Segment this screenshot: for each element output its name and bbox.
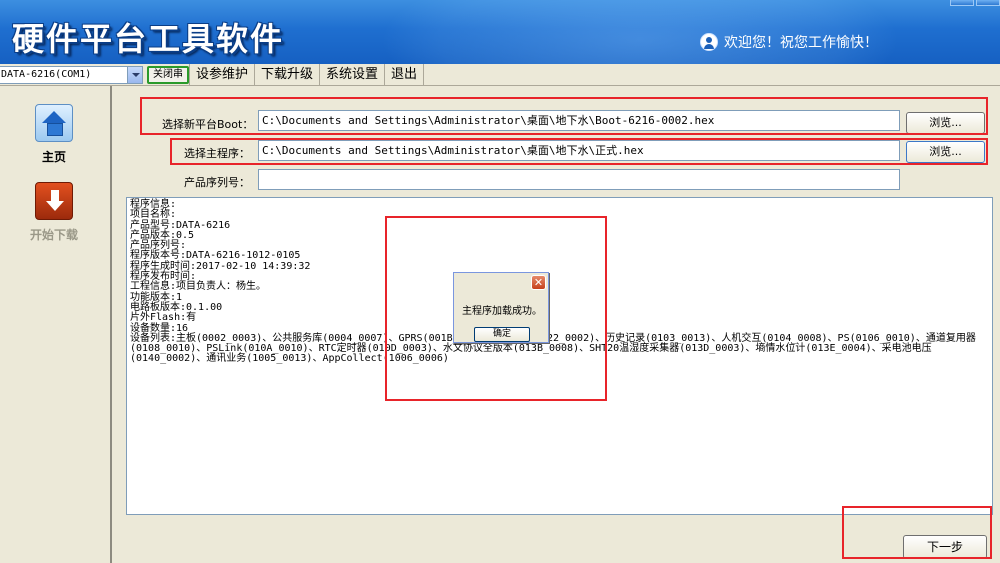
- serial-number-field[interactable]: [258, 169, 900, 190]
- sidebar-item-home-label: 主页: [41, 150, 66, 164]
- menu-param-maintenance[interactable]: 设参维护: [189, 63, 254, 86]
- close-port-button[interactable]: 关闭串: [147, 65, 189, 84]
- device-port-select[interactable]: DATA-6216(COM1): [0, 65, 143, 84]
- chevron-down-icon[interactable]: [127, 66, 142, 83]
- app-header: 硬件平台工具软件 欢迎您！祝您工作愉快！: [0, 0, 1000, 64]
- annotation-main-row: [170, 138, 988, 165]
- annotation-dialog: [385, 216, 607, 401]
- device-port-value: DATA-6216(COM1): [1, 68, 92, 80]
- annotation-next-button: [842, 506, 992, 559]
- welcome-banner: 欢迎您！祝您工作愉快！: [700, 32, 878, 52]
- menu-download-upgrade[interactable]: 下载升级: [254, 63, 319, 86]
- sidebar-item-download-label: 开始下载: [29, 228, 78, 242]
- home-icon[interactable]: [35, 104, 73, 142]
- info-line: 程序信息:: [130, 199, 177, 210]
- serial-label: 产品序列号：: [184, 176, 250, 189]
- sidebar: 主页 开始下载: [0, 86, 112, 563]
- menu-bar: DATA-6216(COM1) 关闭串 设参维护 下载升级 系统设置 退出: [0, 63, 1000, 86]
- close-window-icon[interactable]: [976, 0, 1000, 6]
- app-title: 硬件平台工具软件: [12, 20, 285, 58]
- menu-spacer: [423, 63, 1000, 86]
- menu-exit[interactable]: 退出: [384, 63, 423, 86]
- welcome-text: 欢迎您！祝您工作愉快！: [724, 35, 878, 51]
- minimize-icon[interactable]: [950, 0, 974, 6]
- annotation-boot-row: [140, 97, 988, 135]
- menu-system-settings[interactable]: 系统设置: [319, 63, 384, 86]
- download-icon[interactable]: [35, 182, 73, 220]
- sidebar-item-home[interactable]: 主页: [0, 104, 108, 165]
- sidebar-item-start-download[interactable]: 开始下载: [0, 182, 108, 243]
- user-avatar-icon: [700, 33, 718, 51]
